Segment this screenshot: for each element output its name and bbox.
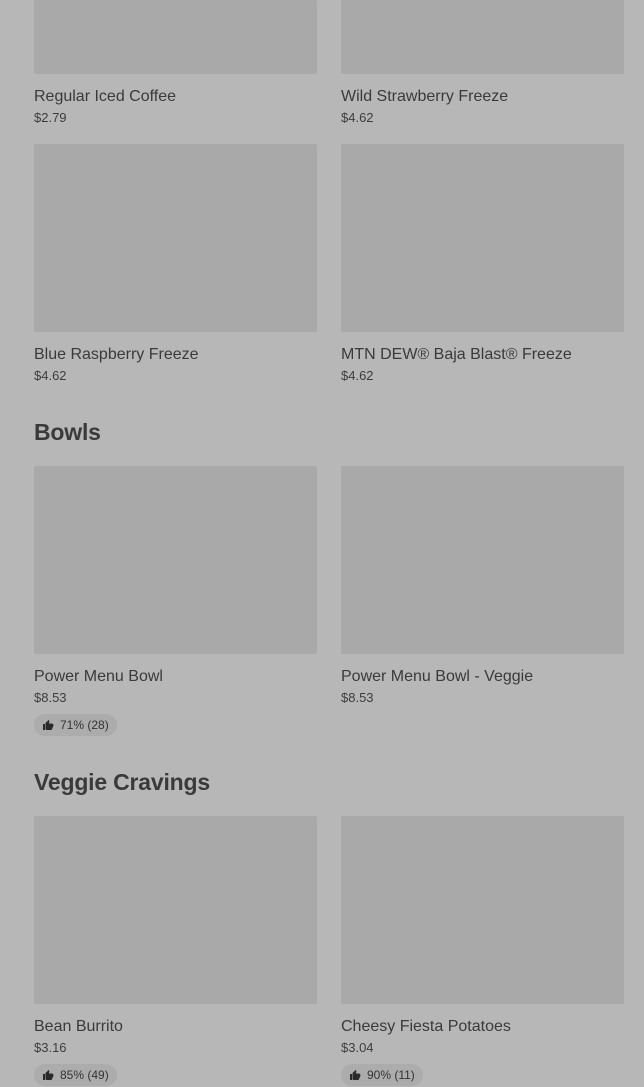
menu-item-name: Bean Burrito: [34, 1018, 123, 1035]
menu-item-card[interactable]: Power Menu Bowl $8.53 71% (28): [34, 466, 317, 736]
bowls-grid: Power Menu Bowl $8.53 71% (28) Power Men…: [34, 466, 624, 736]
menu-item-image[interactable]: [34, 144, 317, 332]
menu-item-image[interactable]: [341, 144, 624, 332]
menu-item-image[interactable]: [34, 0, 317, 74]
menu-item-card[interactable]: Bean Burrito $3.16 85% (49): [34, 816, 317, 1086]
rating-badge: 71% (28): [34, 714, 117, 736]
menu-item-image[interactable]: [34, 466, 317, 654]
menu-item-image[interactable]: [34, 816, 317, 1004]
rating-text: 90% (11): [367, 1068, 415, 1082]
section-title-bowls: Bowls: [34, 419, 101, 445]
menu-item-card[interactable]: Power Menu Bowl - Veggie $8.53: [341, 466, 624, 736]
section-title-veggie-cravings: Veggie Cravings: [34, 769, 210, 795]
menu-item-image[interactable]: [341, 466, 624, 654]
menu-item-price: $4.62: [341, 110, 374, 125]
menu-item-name: Regular Iced Coffee: [34, 88, 177, 105]
menu-item-card[interactable]: Cheesy Fiesta Potatoes $3.04 90% (11): [341, 816, 624, 1086]
menu-item-name: Wild Strawberry Freeze: [341, 88, 509, 105]
menu-item-price: $8.53: [34, 690, 67, 705]
menu-item-price: $4.62: [341, 368, 374, 383]
menu-item-price: $4.62: [34, 368, 67, 383]
menu-item-name: Power Menu Bowl: [34, 668, 163, 685]
menu-item-name: Blue Raspberry Freeze: [34, 346, 199, 363]
rating-badge: 85% (49): [34, 1064, 117, 1086]
menu-item-price: $3.04: [341, 1040, 374, 1055]
thumbs-up-icon: [42, 1069, 54, 1081]
rating-text: 71% (28): [60, 718, 109, 732]
menu-item-price: $8.53: [341, 690, 374, 705]
menu-item-name: Cheesy Fiesta Potatoes: [341, 1018, 511, 1035]
menu-item-image[interactable]: [341, 816, 624, 1004]
menu-item-price: $3.16: [34, 1040, 67, 1055]
rating-badge: 90% (11): [341, 1064, 423, 1086]
veggie-grid: Bean Burrito $3.16 85% (49) Cheesy Fiest…: [34, 816, 624, 1086]
rating-text: 85% (49): [60, 1068, 109, 1082]
thumbs-up-icon: [42, 719, 54, 731]
menu-item-image[interactable]: [341, 0, 624, 74]
menu-item-card[interactable]: Regular Iced Coffee $2.79: [34, 0, 317, 127]
thumbs-up-icon: [349, 1069, 361, 1081]
menu-item-price: $2.79: [34, 110, 67, 125]
drinks-grid-row-2: Blue Raspberry Freeze $4.62 MTN DEW® Baj…: [34, 144, 624, 385]
menu-item-name: MTN DEW® Baja Blast® Freeze: [341, 346, 572, 363]
menu-item-card[interactable]: Wild Strawberry Freeze $4.62: [341, 0, 624, 127]
menu-item-card[interactable]: Blue Raspberry Freeze $4.62: [34, 144, 317, 385]
menu-item-name: Power Menu Bowl - Veggie: [341, 668, 534, 685]
drinks-grid: Regular Iced Coffee $2.79 Wild Strawberr…: [34, 0, 624, 127]
menu-item-card[interactable]: MTN DEW® Baja Blast® Freeze $4.62: [341, 144, 624, 385]
